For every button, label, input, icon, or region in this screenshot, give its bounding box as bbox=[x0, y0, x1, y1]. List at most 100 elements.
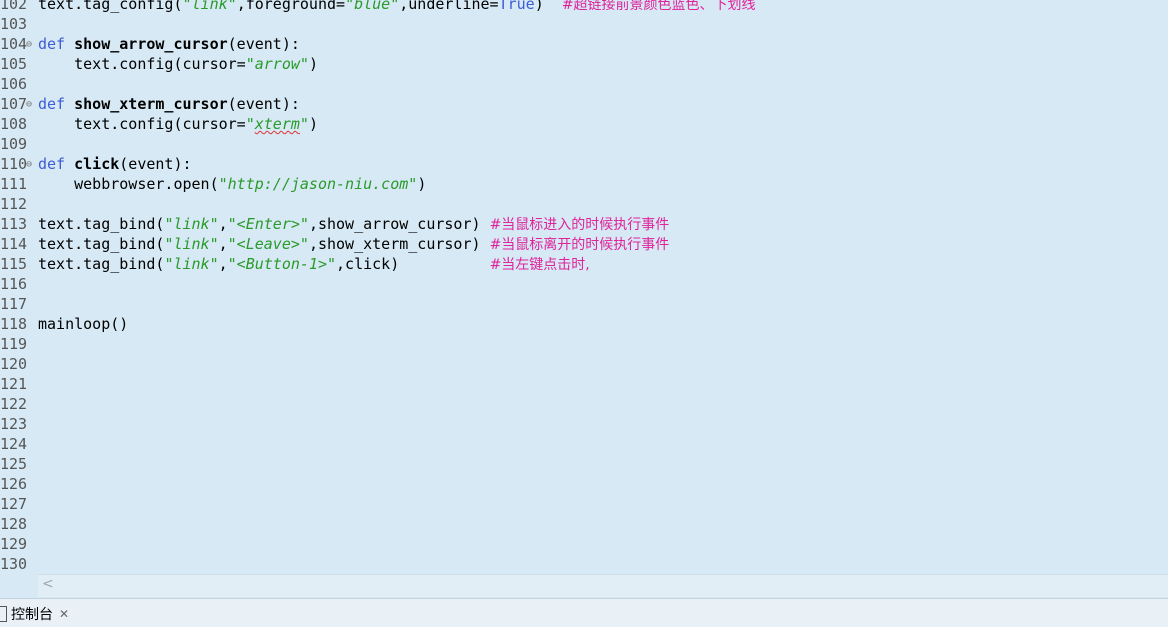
code-text: mainloop() bbox=[38, 314, 128, 334]
line-number: 118 bbox=[0, 314, 26, 334]
code-token: show_xterm_cursor bbox=[74, 95, 228, 113]
line-number: 129 bbox=[0, 534, 26, 554]
code-token: " bbox=[300, 115, 309, 133]
line-number: 121 bbox=[0, 374, 26, 394]
scroll-left-icon[interactable]: < bbox=[42, 576, 54, 592]
code-line[interactable]: 127 bbox=[0, 494, 1168, 514]
code-token: #超链接前景颜色蓝色、下划线 bbox=[562, 0, 756, 13]
code-line[interactable]: 130 bbox=[0, 554, 1168, 574]
line-number: 120 bbox=[0, 354, 26, 374]
code-token: "link" bbox=[164, 235, 218, 253]
code-text: text.config(cursor="arrow") bbox=[38, 54, 318, 74]
code-token: text.config(cursor= bbox=[38, 55, 246, 73]
line-number: 111 bbox=[0, 174, 26, 194]
code-token: (event): bbox=[228, 95, 300, 113]
code-token: (event): bbox=[228, 35, 300, 53]
fold-collapse-icon[interactable]: ⊖ bbox=[26, 35, 32, 55]
code-line[interactable]: 124 bbox=[0, 434, 1168, 454]
code-line[interactable]: 107⊖ def show_xterm_cursor(event): bbox=[0, 94, 1168, 114]
code-line[interactable]: 112 bbox=[0, 194, 1168, 214]
code-line[interactable]: 109 bbox=[0, 134, 1168, 154]
horizontal-scrollbar[interactable]: < bbox=[38, 574, 1168, 597]
code-line[interactable]: 103 bbox=[0, 14, 1168, 34]
code-token: show_arrow_cursor bbox=[74, 35, 228, 53]
code-token: , bbox=[219, 255, 228, 273]
code-token: "link" bbox=[164, 215, 218, 233]
line-number: 106 bbox=[0, 74, 26, 94]
code-line[interactable]: 122 bbox=[0, 394, 1168, 414]
line-number: 110 bbox=[0, 154, 26, 174]
code-token: #当左键点击时, bbox=[490, 257, 590, 273]
code-token: True bbox=[499, 0, 535, 13]
code-line[interactable]: 128 bbox=[0, 514, 1168, 534]
line-number: 102 bbox=[0, 0, 26, 14]
code-line[interactable]: 108 text.config(cursor="xterm") bbox=[0, 114, 1168, 134]
code-line[interactable]: 105 text.config(cursor="arrow") bbox=[0, 54, 1168, 74]
code-token: , bbox=[219, 215, 228, 233]
code-line[interactable]: 115text.tag_bind("link","<Button-1>",cli… bbox=[0, 254, 1168, 274]
code-editor[interactable]: 102text.tag_config("link",foreground="bl… bbox=[0, 0, 1168, 574]
code-line[interactable]: 126 bbox=[0, 474, 1168, 494]
code-line[interactable]: 120 bbox=[0, 354, 1168, 374]
close-icon[interactable]: ✕ bbox=[59, 607, 69, 621]
code-line[interactable]: 113text.tag_bind("link","<Enter>",show_a… bbox=[0, 214, 1168, 234]
code-token: " bbox=[246, 115, 255, 133]
code-line[interactable]: 104⊖ def show_arrow_cursor(event): bbox=[0, 34, 1168, 54]
code-line[interactable]: 119 bbox=[0, 334, 1168, 354]
code-token: "arrow" bbox=[246, 55, 309, 73]
line-number: 107 bbox=[0, 94, 26, 114]
code-token: #当鼠标离开的时候执行事件 bbox=[490, 237, 670, 253]
fold-collapse-icon[interactable]: ⊖ bbox=[26, 155, 32, 175]
line-number: 105 bbox=[0, 54, 26, 74]
fold-collapse-icon[interactable]: ⊖ bbox=[26, 95, 32, 115]
code-text: text.tag_bind("link","<Button-1>",click)… bbox=[38, 254, 590, 275]
code-token: ,show_xterm_cursor) bbox=[309, 235, 490, 253]
line-number: 123 bbox=[0, 414, 26, 434]
code-token: ) bbox=[309, 115, 318, 133]
code-line[interactable]: 129 bbox=[0, 534, 1168, 554]
code-line[interactable]: 111 webbrowser.open("http://jason-niu.co… bbox=[0, 174, 1168, 194]
line-number: 109 bbox=[0, 134, 26, 154]
code-token: text.tag_config( bbox=[38, 0, 183, 13]
code-line[interactable]: 121 bbox=[0, 374, 1168, 394]
code-token: text.tag_bind( bbox=[38, 255, 164, 273]
code-token: def bbox=[38, 95, 74, 113]
code-text: webbrowser.open("http://jason-niu.com") bbox=[38, 174, 426, 194]
code-text: text.tag_bind("link","<Leave>",show_xter… bbox=[38, 234, 669, 255]
code-token: text.tag_bind( bbox=[38, 235, 164, 253]
line-number: 112 bbox=[0, 194, 26, 214]
code-token: ,show_arrow_cursor) bbox=[309, 215, 490, 233]
line-number: 116 bbox=[0, 274, 26, 294]
line-number: 125 bbox=[0, 454, 26, 474]
console-panel: 控制台 ✕ bbox=[0, 598, 1168, 627]
line-number: 128 bbox=[0, 514, 26, 534]
code-token: text.tag_bind( bbox=[38, 215, 164, 233]
code-token: "http://jason-niu.com" bbox=[219, 175, 418, 193]
console-tab-label: 控制台 bbox=[11, 604, 53, 624]
code-token: ,click) bbox=[336, 255, 490, 273]
line-number: 108 bbox=[0, 114, 26, 134]
code-token: click bbox=[74, 155, 119, 173]
code-line[interactable]: 102text.tag_config("link",foreground="bl… bbox=[0, 0, 1168, 14]
line-number: 104 bbox=[0, 34, 26, 54]
line-number: 117 bbox=[0, 294, 26, 314]
code-token: def bbox=[38, 155, 74, 173]
line-number: 122 bbox=[0, 394, 26, 414]
code-text: def click(event): bbox=[38, 154, 192, 174]
code-token: def bbox=[38, 35, 74, 53]
code-line[interactable]: 114text.tag_bind("link","<Leave>",show_x… bbox=[0, 234, 1168, 254]
code-line[interactable]: 117 bbox=[0, 294, 1168, 314]
code-line[interactable]: 123 bbox=[0, 414, 1168, 434]
code-text: text.config(cursor="xterm") bbox=[38, 114, 318, 134]
code-line[interactable]: 110⊖ def click(event): bbox=[0, 154, 1168, 174]
code-token: "<Leave>" bbox=[228, 235, 309, 253]
code-line[interactable]: 106 bbox=[0, 74, 1168, 94]
line-number: 124 bbox=[0, 434, 26, 454]
code-token: ) bbox=[535, 0, 562, 13]
code-token: "link" bbox=[164, 255, 218, 273]
code-line[interactable]: 118 mainloop() bbox=[0, 314, 1168, 334]
code-line[interactable]: 116 bbox=[0, 274, 1168, 294]
code-line[interactable]: 125 bbox=[0, 454, 1168, 474]
code-token: ,underline= bbox=[399, 0, 498, 13]
tab-console[interactable]: 控制台 ✕ bbox=[0, 603, 69, 625]
